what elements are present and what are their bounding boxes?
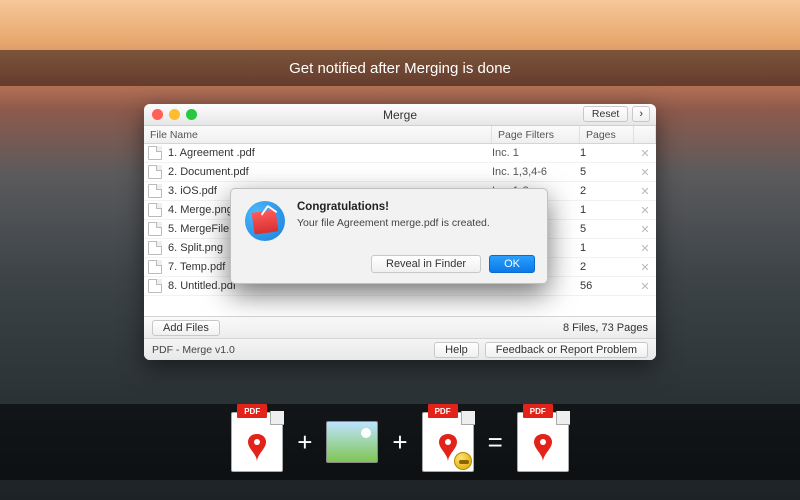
pdf-card-locked: PDF: [422, 412, 474, 472]
file-icon: [148, 184, 162, 198]
feedback-button[interactable]: Feedback or Report Problem: [485, 342, 648, 358]
page-filter: Inc. 1,3,4-6: [492, 166, 580, 178]
pdf-card-result: PDF: [517, 412, 569, 472]
reveal-in-finder-button[interactable]: Reveal in Finder: [371, 255, 481, 273]
page-count: 5: [580, 166, 634, 178]
file-icon: [148, 203, 162, 217]
column-headers: File Name Page Filters Pages: [144, 126, 656, 144]
table-row[interactable]: 1. Agreement .pdfInc. 11✕: [144, 144, 656, 163]
plus-icon: +: [297, 427, 312, 458]
file-summary: 8 Files, 73 Pages: [563, 322, 648, 334]
statusbar: PDF - Merge v1.0 Help Feedback or Report…: [144, 338, 656, 360]
file-icon: [148, 279, 162, 293]
expand-button[interactable]: ›: [632, 106, 650, 122]
remove-row-button[interactable]: ✕: [634, 147, 656, 160]
banner-text: Get notified after Merging is done: [289, 60, 511, 77]
key-icon: [454, 452, 472, 470]
image-card: [326, 421, 378, 463]
add-files-button[interactable]: Add Files: [152, 320, 220, 336]
promo-banner: Get notified after Merging is done: [0, 50, 800, 86]
zoom-icon[interactable]: [186, 109, 197, 120]
page-count: 56: [580, 280, 634, 292]
remove-row-button[interactable]: ✕: [634, 185, 656, 198]
page-count: 5: [580, 223, 634, 235]
dialog-title: Congratulations!: [297, 201, 490, 213]
pdf-card: PDF: [231, 412, 283, 472]
col-pages[interactable]: Pages: [580, 126, 634, 143]
page-count: 2: [580, 261, 634, 273]
equals-icon: =: [488, 427, 503, 458]
page-filter: Inc. 1: [492, 147, 580, 159]
completion-dialog: Congratulations! Your file Agreement mer…: [230, 188, 548, 284]
table-row[interactable]: 2. Document.pdfInc. 1,3,4-65✕: [144, 163, 656, 182]
titlebar: Merge Reset ›: [144, 104, 656, 126]
remove-row-button[interactable]: ✕: [634, 280, 656, 293]
col-filters[interactable]: Page Filters: [492, 126, 580, 143]
reset-button[interactable]: Reset: [583, 106, 628, 122]
col-remove: [634, 126, 656, 143]
col-filename[interactable]: File Name: [144, 126, 492, 143]
remove-row-button[interactable]: ✕: [634, 261, 656, 274]
close-icon[interactable]: [152, 109, 163, 120]
file-icon: [148, 222, 162, 236]
page-count: 1: [580, 147, 634, 159]
remove-row-button[interactable]: ✕: [634, 166, 656, 179]
page-count: 2: [580, 185, 634, 197]
file-icon: [148, 146, 162, 160]
app-icon: [245, 201, 285, 241]
remove-row-button[interactable]: ✕: [634, 223, 656, 236]
window-title: Merge: [383, 108, 417, 122]
ok-button[interactable]: OK: [489, 255, 535, 273]
adobe-icon: [241, 432, 273, 464]
remove-row-button[interactable]: ✕: [634, 204, 656, 217]
app-version: PDF - Merge v1.0: [152, 344, 235, 356]
file-icon: [148, 260, 162, 274]
window-controls: [152, 109, 197, 120]
file-icon: [148, 165, 162, 179]
page-count: 1: [580, 242, 634, 254]
pdf-badge: PDF: [237, 404, 267, 418]
page-count: 1: [580, 204, 634, 216]
adobe-icon: [527, 432, 559, 464]
plus-icon: +: [392, 427, 407, 458]
minimize-icon[interactable]: [169, 109, 180, 120]
pdf-badge: PDF: [428, 404, 458, 418]
help-button[interactable]: Help: [434, 342, 479, 358]
equation-strip: PDF + + PDF = PDF: [0, 404, 800, 480]
file-name: 1. Agreement .pdf: [166, 147, 492, 159]
dialog-message: Your file Agreement merge.pdf is created…: [297, 217, 490, 229]
toolbar: Add Files 8 Files, 73 Pages: [144, 316, 656, 338]
file-icon: [148, 241, 162, 255]
pdf-badge: PDF: [523, 404, 553, 418]
remove-row-button[interactable]: ✕: [634, 242, 656, 255]
file-name: 2. Document.pdf: [166, 166, 492, 178]
